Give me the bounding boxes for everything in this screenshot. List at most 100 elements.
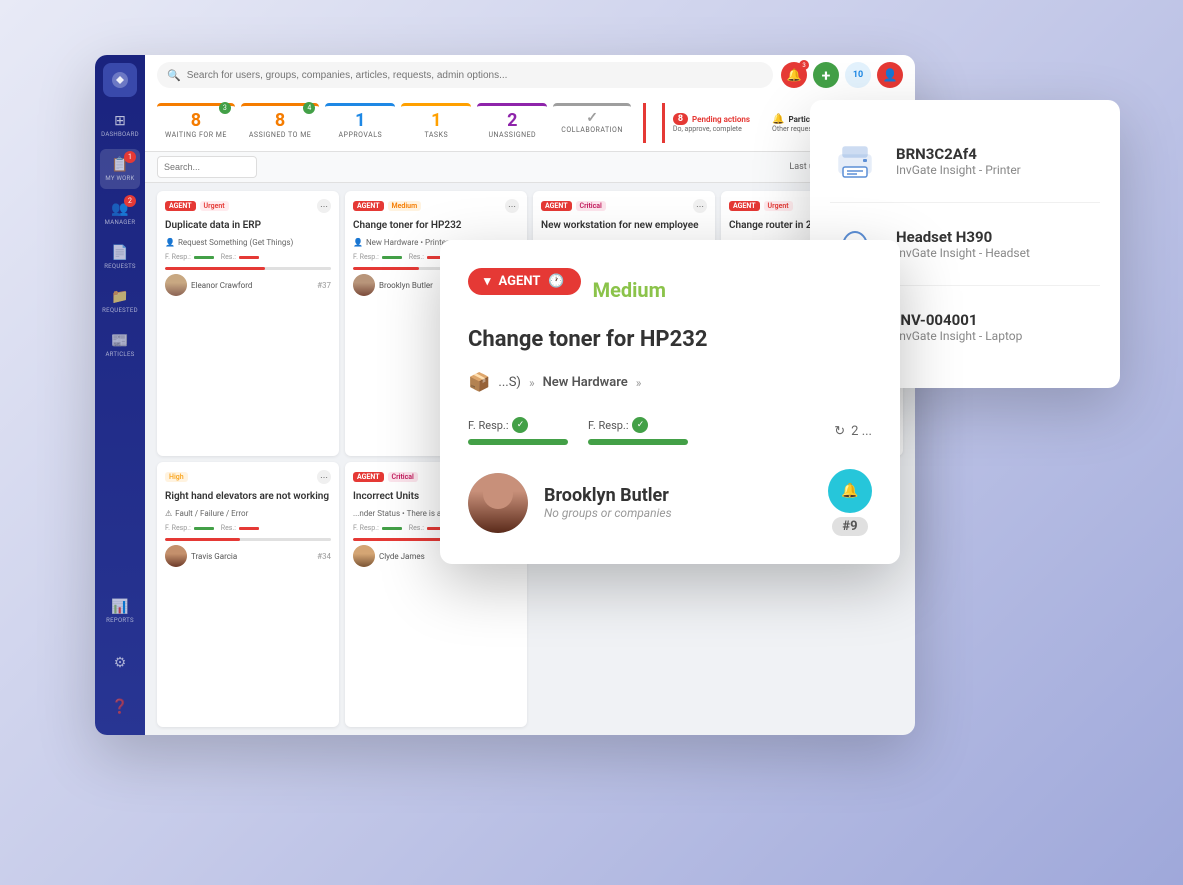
agent-badge: AGENT: [729, 201, 760, 211]
stat-waiting[interactable]: 3 8 WAITING FOR ME: [157, 103, 235, 143]
breadcrumb-arrow-1: »: [529, 376, 535, 390]
stat-assigned[interactable]: 4 8 ASSIGNED TO ME: [241, 103, 319, 143]
dropdown-icon: ▾: [484, 274, 491, 289]
more-button[interactable]: ⋯: [317, 199, 331, 213]
asset-name: Headset H390: [896, 228, 1100, 246]
priority-badge: Urgent: [200, 201, 229, 211]
assigned-label: ASSIGNED TO ME: [249, 131, 311, 139]
asset-info: BRN3C2Af4 InvGate Insight - Printer: [896, 145, 1100, 177]
progress-bar: [165, 267, 331, 270]
card-footer: Travis Garcia #34: [165, 545, 331, 567]
avatar: [353, 274, 375, 296]
search-input[interactable]: [187, 70, 763, 81]
resp-item-2: F. Resp.: ✓: [588, 417, 688, 445]
sidebar-item-manager[interactable]: 2 👥 MANAGER: [100, 193, 140, 233]
add-button[interactable]: +: [813, 62, 839, 88]
progress-fill: [353, 538, 444, 541]
more-button[interactable]: ⋯: [317, 470, 331, 484]
card-footer: Eleanor Crawford #37: [165, 274, 331, 296]
sidebar-item-dashboard[interactable]: ⊞ DASHBOARD: [100, 105, 140, 145]
asset-name: BRN3C2Af4: [896, 145, 1100, 163]
filter-row: Last update ↕ A ••• ⤢ ⊞ ⚙: [145, 152, 915, 183]
topbar-icons: 🔔 3 + 10 👤: [781, 62, 903, 88]
popup-agent-button[interactable]: ▾ AGENT 🕐: [468, 268, 581, 295]
tag-icon: 👤: [165, 238, 175, 247]
resp-check-2: ✓: [632, 417, 648, 433]
assigned-badge: 4: [303, 102, 315, 114]
agent-name: Eleanor Crawford: [191, 281, 313, 290]
approvals-label: APPROVALS: [338, 131, 382, 139]
topbar: 🔍 🔔 3 + 10 👤: [145, 55, 915, 95]
breadcrumb-middle: New Hardware: [543, 375, 628, 390]
tag-text: New Hardware • Printer: [366, 238, 449, 247]
resp-label-2: F. Resp.: ✓: [588, 417, 688, 433]
popup-card: ▾ AGENT 🕐 Medium Change toner for HP232 …: [440, 240, 900, 564]
popup-resp-row: F. Resp.: ✓ F. Resp.: ✓ ↻ 2 ...: [468, 417, 872, 445]
notification-num: #9: [832, 517, 867, 536]
sidebar-logo: [103, 63, 137, 97]
search-box[interactable]: 🔍: [157, 62, 773, 88]
ticket-num: #37: [317, 281, 331, 290]
avatar: [353, 545, 375, 567]
sidebar-item-label: REQUESTS: [104, 263, 136, 270]
ticket-card-t1[interactable]: AGENT Urgent ⋯ Duplicate data in ERP 👤 R…: [157, 191, 339, 456]
unassigned-number: 2: [507, 110, 517, 131]
popup-title: Change toner for HP232: [468, 327, 872, 352]
stat-unassigned[interactable]: 2 UNASSIGNED: [477, 103, 547, 143]
manager-badge: 2: [124, 195, 136, 207]
asset-info: Headset H390 InvGate Insight - Headset: [896, 228, 1100, 260]
search-icon: 🔍: [167, 69, 181, 82]
card-header: High ⋯: [165, 470, 331, 484]
sidebar-item-articles[interactable]: 📰 ARTICLES: [100, 325, 140, 365]
popup-breadcrumb: 📦 ...S) » New Hardware »: [468, 372, 872, 393]
resp-check-1: ✓: [512, 417, 528, 433]
notification-badge[interactable]: 🔔: [828, 469, 872, 513]
tag-icon: 👤: [353, 238, 363, 247]
dashboard-icon: ⊞: [114, 113, 126, 129]
articles-icon: 📰: [111, 333, 128, 349]
stats-row: 3 8 WAITING FOR ME 4 8 ASSIGNED TO ME 1 …: [145, 95, 915, 152]
avatar: [165, 274, 187, 296]
stat-collaboration[interactable]: ✓ COLLABORATION: [553, 103, 631, 143]
participations-icon: 🔔: [772, 114, 784, 125]
pending-actions: 8 Pending actions Do, approve, complete: [662, 103, 758, 143]
popup-priority: Medium: [593, 278, 666, 302]
resp-label: F. Resp.:: [165, 253, 191, 261]
sidebar-item-requests[interactable]: 📄 REQUESTS: [100, 237, 140, 277]
resp-bar-sm: [382, 527, 402, 530]
tasks-label: TASKS: [424, 131, 448, 139]
profile-icon: 👤: [883, 68, 898, 82]
profile-button[interactable]: 👤: [877, 62, 903, 88]
sidebar-item-settings[interactable]: ⚙: [100, 643, 140, 683]
sidebar-item-requested[interactable]: 📁 REQUESTED: [100, 281, 140, 321]
requested-icon: 📁: [111, 289, 128, 305]
pending-badge: 8: [673, 113, 688, 125]
waiting-badge: 3: [219, 102, 231, 114]
popup-agent-info: Brooklyn Butler No groups or companies: [544, 485, 812, 520]
alert-button[interactable]: 🔔 3: [781, 62, 807, 88]
refresh-icon[interactable]: ↻: [834, 424, 845, 439]
pending-title: Pending actions: [692, 115, 750, 124]
sidebar-item-reports[interactable]: 📊 REPORTS: [100, 591, 140, 631]
agent-badge: AGENT: [165, 201, 196, 211]
waiting-number: 8: [191, 110, 201, 131]
ticket-card-t5[interactable]: High ⋯ Right hand elevators are not work…: [157, 462, 339, 727]
res-label: Res.:: [409, 253, 424, 261]
tag-icon: ⚠: [165, 509, 172, 518]
popup-agent-company: No groups or companies: [544, 506, 812, 520]
popup-agent-name: Brooklyn Butler: [544, 485, 812, 506]
stat-approvals[interactable]: 1 APPROVALS: [325, 103, 395, 143]
priority-badge: Medium: [388, 201, 422, 211]
unassigned-label: UNASSIGNED: [488, 131, 536, 139]
more-button[interactable]: ⋯: [693, 199, 707, 213]
filter-search-input[interactable]: [157, 156, 257, 178]
resp-label: F. Resp.:: [353, 524, 379, 532]
notification-area: 🔔 #9: [828, 469, 872, 536]
stat-tasks[interactable]: 1 TASKS: [401, 103, 471, 143]
more-button[interactable]: ⋯: [505, 199, 519, 213]
sidebar-item-help[interactable]: ❓: [100, 687, 140, 727]
asset-item-printer[interactable]: BRN3C2Af4 InvGate Insight - Printer: [830, 120, 1100, 203]
resp-text-2: F. Resp.:: [588, 419, 628, 432]
sidebar-item-mywork[interactable]: 1 📋 MY WORK: [100, 149, 140, 189]
resp-label-1: F. Resp.: ✓: [468, 417, 568, 433]
